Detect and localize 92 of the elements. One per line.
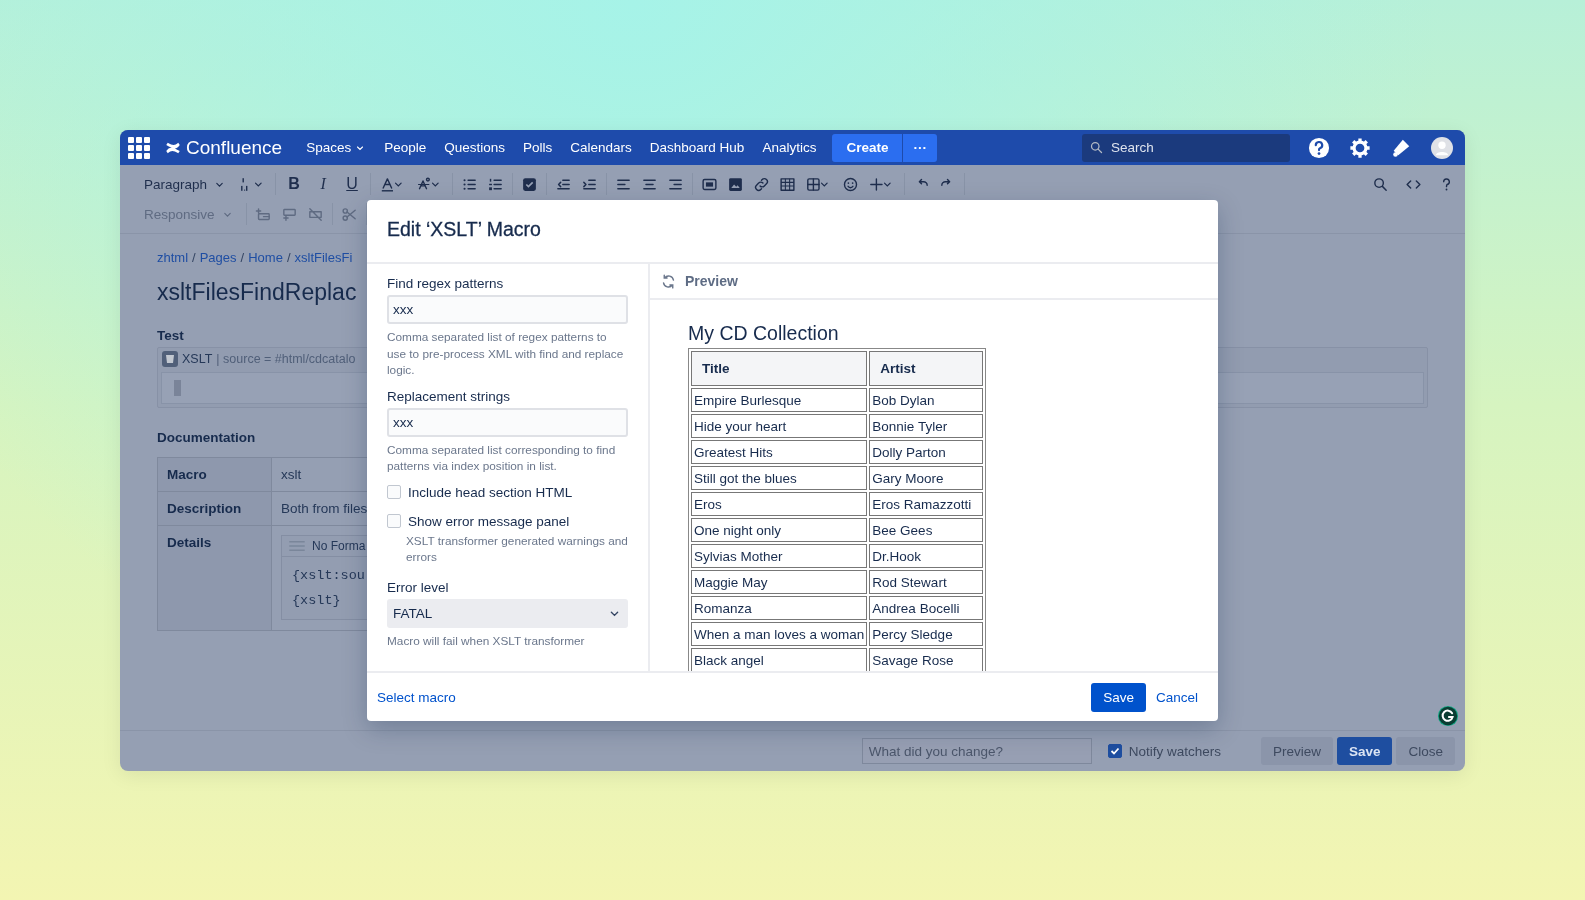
- field-label: Error level: [387, 579, 450, 595]
- table-cell: Savage Rose: [869, 648, 984, 671]
- table-cell: When a man loves a woman: [691, 622, 868, 646]
- table-header-cell: Description: [157, 491, 272, 526]
- nav-item[interactable]: Questions: [436, 136, 513, 159]
- table-cell: Empire Burlesque: [691, 388, 868, 412]
- nav-item[interactable]: Spaces: [298, 136, 375, 159]
- table-cell: Andrea Bocelli: [869, 596, 984, 620]
- nav-item[interactable]: Calendars: [562, 136, 640, 159]
- check-icon: [1108, 745, 1121, 757]
- select-macro-link[interactable]: Select macro: [377, 689, 456, 705]
- panel-title: No Forma: [312, 539, 366, 553]
- select-field[interactable]: FATAL: [387, 598, 628, 628]
- field-label: Replacement strings: [387, 388, 512, 404]
- save-button[interactable]: Save: [1336, 737, 1393, 765]
- checkbox-label: Show error message panel: [408, 513, 570, 529]
- table-cell: Sylvias Mother: [691, 544, 868, 568]
- field-help: XSLT transformer generated warnings and errors: [406, 532, 628, 566]
- notify-label: Notify watchers: [1128, 743, 1221, 759]
- table-cell: Percy Sledge: [869, 622, 984, 646]
- cancel-link[interactable]: Cancel: [1155, 689, 1198, 705]
- table-cell: Bee Gees: [869, 518, 984, 542]
- macro-icon: [162, 351, 178, 367]
- table-cell: Greatest Hits: [691, 440, 868, 464]
- format-button[interactable]: B: [284, 175, 305, 193]
- paragraph-dropdown[interactable]: Paragraph: [140, 176, 231, 192]
- checkbox-label: Include head section HTML: [408, 484, 573, 500]
- checkbox[interactable]: [387, 485, 401, 499]
- nav-item[interactable]: Dashboard Hub: [641, 136, 753, 159]
- table-cell: Bob Dylan: [869, 388, 984, 412]
- field-help: Comma separated list of regex patterns to use to pre-process XML with find and replace logic.: [387, 329, 625, 379]
- settings-icon[interactable]: [1349, 136, 1371, 159]
- create-button[interactable]: Create: [832, 133, 904, 162]
- product-name[interactable]: Confluence: [186, 136, 283, 159]
- preview-label: Preview: [685, 273, 738, 289]
- page-title: xsltFilesFindReplac: [157, 279, 357, 306]
- checkbox[interactable]: [387, 514, 401, 528]
- table-cell: Dolly Parton: [869, 440, 984, 464]
- table-cell: One night only: [691, 518, 868, 542]
- text-field[interactable]: xxx: [387, 407, 628, 437]
- notify-checkbox[interactable]: [1107, 744, 1122, 758]
- image-icon[interactable]: [727, 175, 745, 193]
- format-button[interactable]: I: [313, 175, 334, 193]
- search-icon: [1089, 139, 1104, 155]
- section-heading: Documentation: [157, 430, 256, 445]
- table-cell: Eros Ramazzotti: [869, 492, 984, 516]
- dialog-title: Edit ‘XSLT’ Macro: [367, 200, 1218, 264]
- refresh-icon[interactable]: [660, 272, 677, 290]
- format-button[interactable]: U: [342, 175, 363, 193]
- table-cell: Black angel: [691, 648, 868, 671]
- table-cell: Maggie May: [691, 570, 868, 594]
- breadcrumb-separator: /: [240, 250, 245, 265]
- code-line: {xslt}: [292, 592, 342, 610]
- preview-heading: My CD Collection: [688, 322, 840, 345]
- column-header: Title: [691, 351, 868, 386]
- nav-item[interactable]: Analytics: [754, 136, 825, 159]
- table-cell: Still got the blues: [691, 466, 868, 490]
- table-cell: Rod Stewart: [869, 570, 984, 594]
- table-icon[interactable]: [779, 175, 797, 193]
- avatar-icon[interactable]: [1431, 136, 1453, 159]
- text-field[interactable]: xxx: [387, 295, 628, 324]
- nav-item[interactable]: Polls: [515, 136, 561, 159]
- table-cell: Romanza: [691, 596, 868, 620]
- help-icon[interactable]: [1308, 136, 1330, 159]
- panel-icon: [288, 540, 306, 552]
- change-note-field[interactable]: What did you change?: [861, 738, 1092, 764]
- emoji-icon[interactable]: [842, 175, 860, 193]
- nav-item[interactable]: People: [376, 136, 435, 159]
- save-button[interactable]: Save: [1091, 682, 1146, 712]
- field-label: Find regex patterns: [387, 276, 505, 291]
- macro-name: XSLT: [182, 352, 213, 366]
- more-button[interactable]: ···: [903, 133, 937, 162]
- table-header-cell: Details: [157, 525, 272, 631]
- section-heading: Test: [157, 328, 184, 343]
- text-cursor: [174, 380, 181, 396]
- table-cell: Bonnie Tyler: [869, 414, 984, 438]
- task-checkbox-icon[interactable]: [521, 175, 539, 193]
- breadcrumb-separator: /: [192, 250, 196, 265]
- macro-parameters: | source = #html/cdcatalo: [216, 352, 356, 366]
- app-grid-icon[interactable]: [128, 136, 150, 159]
- link-icon[interactable]: [753, 175, 771, 193]
- search-field[interactable]: Search: [1082, 133, 1290, 162]
- table-header-cell: Macro: [157, 457, 272, 492]
- table-cell: Hide your heart: [691, 414, 868, 438]
- column-header: Artist: [869, 351, 984, 386]
- assistant-icon[interactable]: [1437, 705, 1459, 727]
- field-help: Macro will fail when XSLT transformer: [387, 632, 586, 649]
- table-cell: Gary Moore: [869, 466, 984, 490]
- table-cell: Dr.Hook: [869, 544, 984, 568]
- search-icon[interactable]: [1372, 175, 1389, 193]
- table-cell: Eros: [691, 492, 868, 516]
- breadcrumb-separator: /: [286, 250, 291, 265]
